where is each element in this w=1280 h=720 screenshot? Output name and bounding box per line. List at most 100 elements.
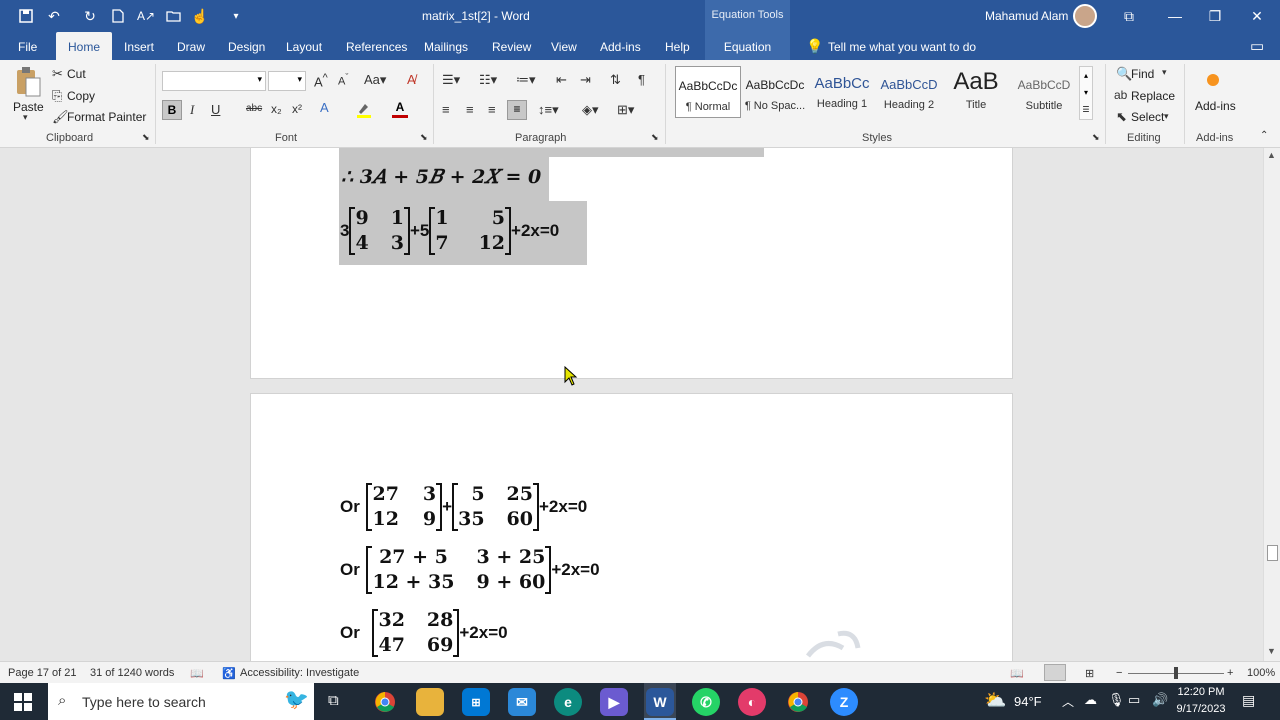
copy-button[interactable]: Copy <box>67 89 95 103</box>
word-icon[interactable]: W <box>646 688 674 716</box>
paste-button[interactable]: Paste <box>13 100 44 114</box>
mail-icon[interactable]: ✉ <box>508 688 536 716</box>
replace-button[interactable]: Replace <box>1131 89 1175 103</box>
select-button[interactable]: Select <box>1131 110 1164 124</box>
store-icon[interactable]: ⊞ <box>462 688 490 716</box>
chrome-icon[interactable] <box>371 688 399 716</box>
style-normal[interactable]: AaBbCcDc ¶ Normal <box>675 66 741 118</box>
underline-button[interactable]: U <box>211 102 220 117</box>
collapse-ribbon-icon[interactable]: ⌃ <box>1260 130 1268 141</box>
tab-insert[interactable]: Insert <box>124 32 154 60</box>
tab-references[interactable]: References <box>346 32 407 60</box>
show-hidden-icons[interactable]: ︿ <box>1062 693 1074 710</box>
tab-equation[interactable]: Equation <box>705 32 790 60</box>
styles-launcher-icon[interactable]: ⬊ <box>1092 132 1100 143</box>
weather-temp[interactable]: 94°F <box>1014 694 1042 709</box>
find-dropdown-icon[interactable]: ▾ <box>1162 67 1167 78</box>
multilevel-list-icon[interactable]: ≔▾ <box>516 72 536 88</box>
taskbar-search-box[interactable]: ⌕ Type here to search 🐦 <box>48 683 314 720</box>
scroll-down-icon[interactable]: ▼ <box>1267 646 1276 656</box>
bold-button[interactable]: B <box>162 100 182 120</box>
subscript-button[interactable]: x₂ <box>271 102 282 116</box>
comments-icon[interactable]: ▭ <box>1250 37 1264 55</box>
zoom-in-icon[interactable]: + <box>1227 667 1233 679</box>
tab-home[interactable]: Home <box>56 32 113 60</box>
power-automate-icon[interactable]: ▶ <box>600 688 628 716</box>
proofing-icon[interactable]: 📖 <box>190 667 204 680</box>
microphone-icon[interactable]: 🎙 <box>1108 692 1125 708</box>
strikethrough-button[interactable]: abc <box>246 103 262 114</box>
zoom-out-icon[interactable]: − <box>1116 667 1122 679</box>
app-notification-icon[interactable]: ◐ <box>738 688 766 716</box>
show-marks-icon[interactable]: ¶ <box>638 72 645 87</box>
volume-icon[interactable]: 🔊 <box>1152 692 1168 708</box>
borders-icon[interactable]: ⊞▾ <box>617 102 634 118</box>
shrink-font-icon[interactable]: Aˇ <box>338 72 348 88</box>
ribbon-display-icon[interactable]: ⧉ <box>1106 0 1152 32</box>
touch-mode-icon[interactable]: ☝ <box>190 6 210 26</box>
numbering-icon[interactable]: ☷▾ <box>479 72 497 88</box>
customize-toolbar-icon[interactable]: ▾ <box>226 6 246 26</box>
chrome-profile-icon[interactable] <box>784 688 812 716</box>
select-icon[interactable]: ⬉ <box>1116 109 1127 125</box>
document-page[interactable]: ∴ 3𝐴 + 5𝐵 + 2𝑋 = 0 3 9 1 4 3 +5 1 5 7 12 +2x=0 <box>250 148 1013 379</box>
copy-icon[interactable]: ⎘ <box>52 88 62 104</box>
clock-date[interactable]: 9/17/2023 <box>1172 703 1230 715</box>
open-folder-icon[interactable] <box>164 6 184 26</box>
paragraph-launcher-icon[interactable]: ⬊ <box>651 132 659 143</box>
word-count[interactable]: 31 of 1240 words <box>90 667 174 679</box>
notifications-icon[interactable]: ▤ <box>1242 692 1255 709</box>
restore-icon[interactable]: ❐ <box>1192 0 1238 32</box>
cut-button[interactable]: Cut <box>67 67 86 81</box>
grow-font-icon[interactable]: A^ <box>314 72 328 89</box>
user-name[interactable]: Mahamud Alam <box>985 9 1068 23</box>
superscript-button[interactable]: x² <box>292 102 302 116</box>
save-icon[interactable] <box>16 6 36 26</box>
select-dropdown-icon[interactable]: ▾ <box>1164 111 1169 122</box>
accessibility-icon[interactable]: ♿ <box>222 667 236 680</box>
whatsapp-icon[interactable]: ✆ <box>692 688 720 716</box>
clock-time[interactable]: 12:20 PM <box>1176 686 1226 698</box>
styles-scroll-icon[interactable]: ▴ ▾ ☰ <box>1079 66 1093 120</box>
tell-me-search[interactable]: Tell me what you want to do <box>828 40 976 54</box>
clear-formatting-icon[interactable]: A̸ <box>407 72 416 87</box>
shading-icon[interactable]: ◈▾ <box>582 102 599 118</box>
tab-add-ins[interactable]: Add-ins <box>600 32 641 60</box>
find-button[interactable]: Find <box>1131 67 1154 81</box>
sort-icon[interactable]: ⇅ <box>610 72 621 88</box>
justify-icon[interactable]: ≡ <box>507 100 527 120</box>
print-layout-icon[interactable] <box>1044 664 1066 681</box>
change-case-icon[interactable]: Aa▾ <box>364 72 386 88</box>
windows-start-icon[interactable] <box>14 693 32 711</box>
clipboard-launcher-icon[interactable]: ⬊ <box>142 132 150 143</box>
tab-draw[interactable]: Draw <box>177 32 205 60</box>
add-ins-button[interactable]: Add-ins <box>1195 99 1236 113</box>
redo-icon[interactable]: ↻ <box>80 6 100 26</box>
align-right-icon[interactable]: ≡ <box>488 102 496 117</box>
font-color-icon[interactable]: A <box>392 100 408 118</box>
equation-line[interactable]: Or 27 3 12 9 +5 25 35 60 +2x=0 <box>340 482 587 532</box>
undo-icon[interactable]: ↶ <box>44 6 64 26</box>
style-heading-2[interactable]: AaBbCcD Heading 2 <box>876 66 942 118</box>
zoom-level[interactable]: 100% <box>1247 667 1275 679</box>
replace-icon[interactable]: ab <box>1114 88 1127 102</box>
tab-help[interactable]: Help <box>665 32 690 60</box>
new-document-icon[interactable] <box>108 6 128 26</box>
document-page[interactable]: Or 27 3 12 9 +5 25 35 60 +2x=0 Or 27 + 5 3 + 25 12… <box>250 393 1013 661</box>
style-subtitle[interactable]: AaBbCcD Subtitle <box>1011 66 1077 118</box>
font-size-icon[interactable]: A↗ <box>136 6 156 26</box>
paste-icon[interactable] <box>14 66 42 98</box>
style-no-spacing[interactable]: AaBbCcDc ¶ No Spac... <box>742 66 808 118</box>
style-title[interactable]: AaB Title <box>943 66 1009 118</box>
accessibility-status[interactable]: Accessibility: Investigate <box>240 667 359 679</box>
onedrive-icon[interactable]: ☁ <box>1084 692 1097 708</box>
equation-line[interactable]: ∴ 3𝐴 + 5𝐵 + 2𝑋 = 0 <box>341 166 541 188</box>
equation-line[interactable]: Or 32 28 47 69 +2x=0 <box>340 608 508 658</box>
increase-indent-icon[interactable]: ⇥ <box>580 72 591 88</box>
style-heading-1[interactable]: AaBbCc Heading 1 <box>809 66 875 118</box>
tab-review[interactable]: Review <box>492 32 531 60</box>
equation-line[interactable]: Or 27 + 5 3 + 25 12 + 35 9 + 60 +2x=0 <box>340 545 600 595</box>
highlight-icon[interactable] <box>356 102 372 118</box>
avatar[interactable] <box>1073 4 1097 28</box>
italic-button[interactable]: I <box>190 102 194 118</box>
